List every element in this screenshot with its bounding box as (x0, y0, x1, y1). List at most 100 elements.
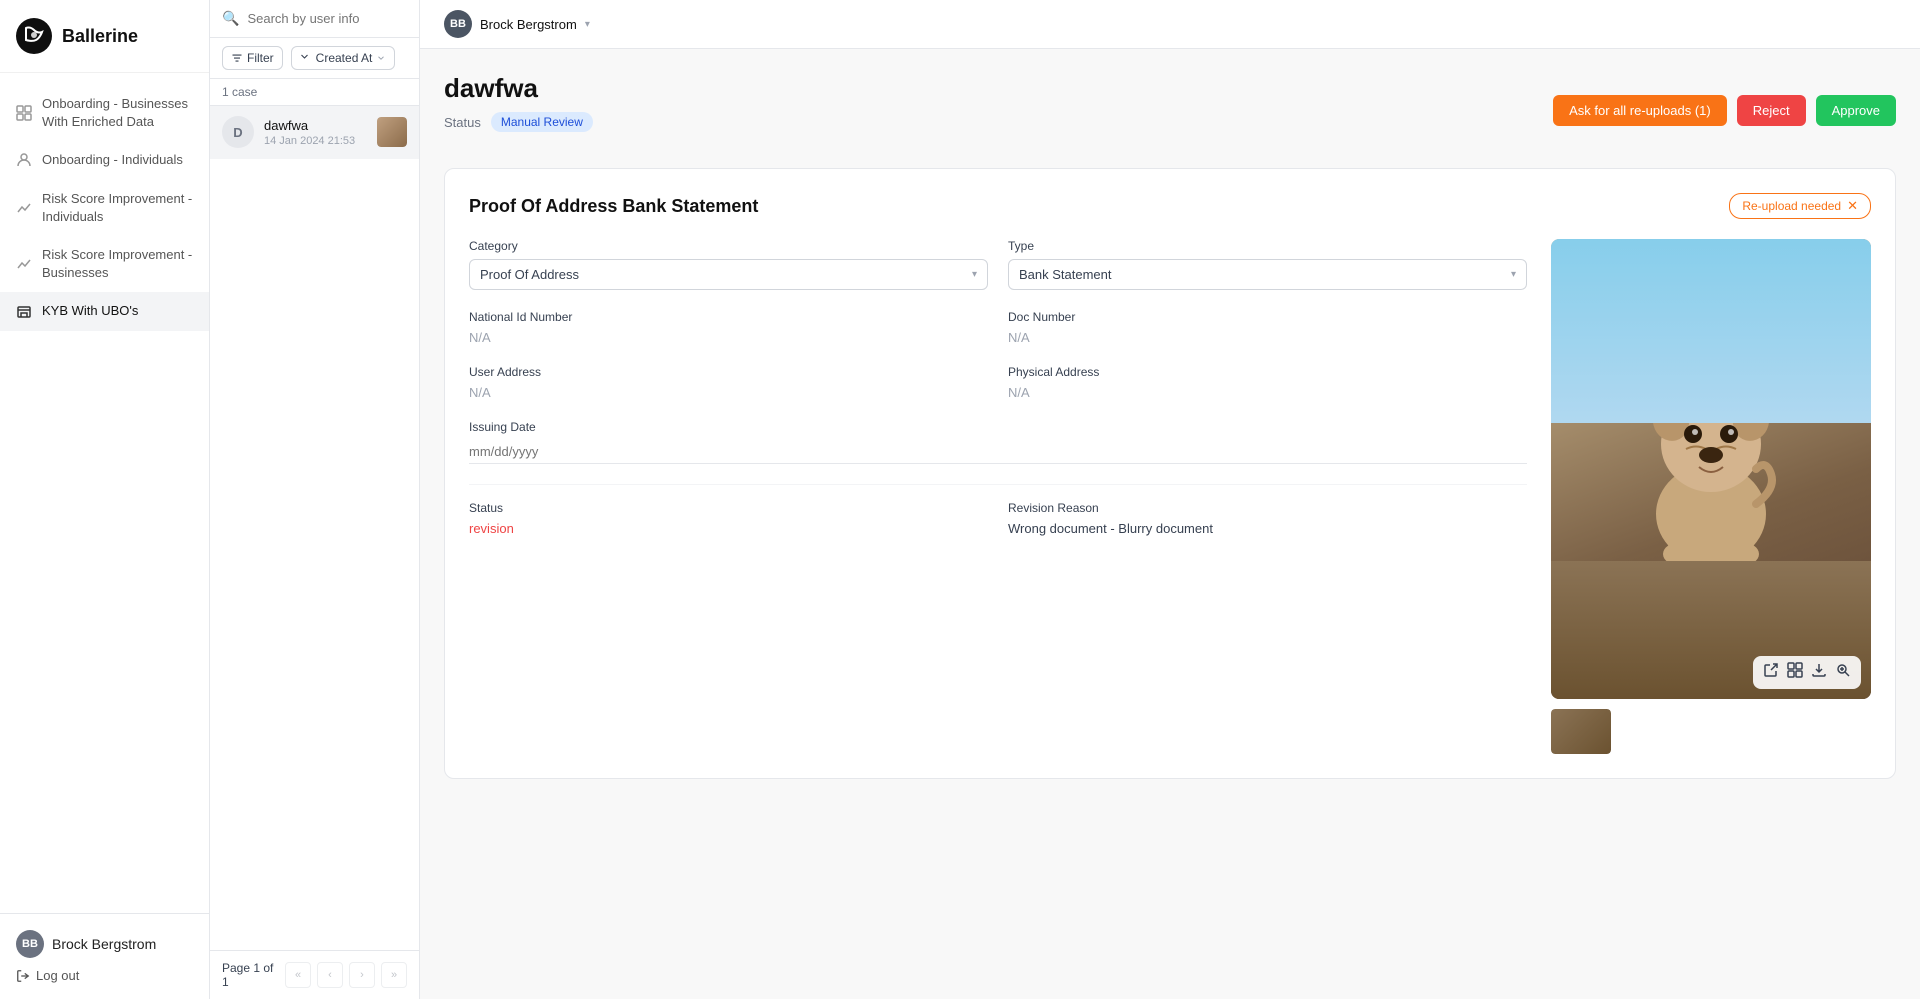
category-label: Category (469, 239, 988, 253)
topbar-user-name: Brock Bergstrom (480, 17, 577, 32)
person-icon (16, 152, 32, 168)
chevron-down-icon-2: ▾ (1511, 269, 1516, 280)
external-link-button[interactable] (1763, 662, 1779, 683)
case-thumbnail (377, 117, 407, 147)
doc-status-value: revision (469, 521, 988, 536)
case-name: dawfwa (264, 118, 367, 133)
type-select[interactable]: Bank Statement ▾ (1008, 259, 1527, 290)
national-id-doc-row: National Id Number N/A Doc Number N/A (469, 310, 1527, 345)
sidebar-item-label: Risk Score Improvement - Businesses (42, 246, 193, 282)
topbar: BB Brock Bergstrom ▾ (420, 0, 1920, 49)
sidebar-item-risk-individuals[interactable]: Risk Score Improvement - Individuals (0, 180, 209, 236)
image-toolbar (1753, 656, 1861, 689)
chevron-down-icon: ▾ (972, 269, 977, 280)
reject-button[interactable]: Reject (1737, 95, 1806, 126)
type-label: Type (1008, 239, 1527, 253)
doc-card-header: Proof Of Address Bank Statement Re-uploa… (469, 193, 1871, 219)
first-page-button[interactable]: « (285, 962, 311, 988)
issuing-date-field: Issuing Date (469, 420, 1527, 464)
address-row: User Address N/A Physical Address N/A (469, 365, 1527, 400)
topbar-avatar: BB (444, 10, 472, 38)
case-title: dawfwa (444, 73, 593, 104)
user-address-value: N/A (469, 385, 988, 400)
physical-address-label: Physical Address (1008, 365, 1527, 379)
filter-icon (231, 52, 243, 64)
type-value: Bank Statement (1019, 267, 1112, 282)
issuing-date-row: Issuing Date (469, 420, 1527, 464)
grid-view-button[interactable] (1787, 662, 1803, 683)
sort-icon (300, 52, 312, 64)
doc-number-label: Doc Number (1008, 310, 1527, 324)
sort-button[interactable]: Created At (291, 46, 396, 70)
image-thumbnail[interactable] (1551, 709, 1611, 754)
physical-address-field: Physical Address N/A (1008, 365, 1527, 400)
last-page-button[interactable]: » (381, 962, 407, 988)
sidebar-item-onboarding-businesses[interactable]: Onboarding - Businesses With Enriched Da… (0, 85, 209, 141)
case-panel: 🔍 Filter Created At 1 case D dawfwa 14 J… (210, 0, 420, 999)
approve-button[interactable]: Approve (1816, 95, 1896, 126)
reupload-badge-close[interactable]: ✕ (1847, 198, 1858, 214)
case-item[interactable]: D dawfwa 14 Jan 2024 21:53 (210, 106, 419, 159)
next-page-button[interactable]: › (349, 962, 375, 988)
category-value: Proof Of Address (480, 267, 579, 282)
national-id-value: N/A (469, 330, 988, 345)
category-type-row: Category Proof Of Address ▾ Type Bank St… (469, 239, 1527, 290)
sidebar: Ballerine Onboarding - Businesses With E… (0, 0, 210, 999)
case-info: dawfwa 14 Jan 2024 21:53 (264, 118, 367, 147)
prev-page-button[interactable]: ‹ (317, 962, 343, 988)
physical-address-value: N/A (1008, 385, 1527, 400)
revision-reason-label: Revision Reason (1008, 501, 1527, 515)
divider (469, 484, 1527, 485)
header-row: dawfwa Status Manual Review Ask for all … (444, 73, 1896, 148)
action-buttons: Ask for all re-uploads (1) Reject Approv… (1553, 95, 1896, 126)
sidebar-item-kyb-ubo[interactable]: KYB With UBO's (0, 292, 209, 330)
search-icon: 🔍 (222, 10, 239, 27)
chevron-down-icon: ▾ (585, 19, 590, 30)
content-area: dawfwa Status Manual Review Ask for all … (420, 49, 1920, 999)
national-id-field: National Id Number N/A (469, 310, 988, 345)
status-badge: Manual Review (491, 112, 593, 132)
sidebar-item-onboarding-individuals[interactable]: Onboarding - Individuals (0, 141, 209, 179)
document-card: Proof Of Address Bank Statement Re-uploa… (444, 168, 1896, 779)
chart-icon (16, 200, 32, 216)
doc-body: Category Proof Of Address ▾ Type Bank St… (469, 239, 1871, 754)
issuing-date-label: Issuing Date (469, 420, 1527, 434)
national-id-label: National Id Number (469, 310, 988, 324)
status-row: Status Manual Review (444, 112, 593, 132)
logout-icon (16, 969, 30, 983)
sidebar-item-label: Onboarding - Businesses With Enriched Da… (42, 95, 193, 131)
chart-icon-2 (16, 256, 32, 272)
download-button[interactable] (1811, 662, 1827, 683)
issuing-date-input[interactable] (469, 440, 1527, 464)
sidebar-footer: BB Brock Bergstrom Log out (0, 913, 209, 999)
zoom-button[interactable] (1835, 662, 1851, 683)
doc-number-field: Doc Number N/A (1008, 310, 1527, 345)
search-bar: 🔍 (210, 0, 419, 38)
doc-card-title: Proof Of Address Bank Statement (469, 196, 758, 217)
filter-label: Filter (247, 51, 274, 65)
user-selector[interactable]: BB Brock Bergstrom ▾ (444, 10, 590, 38)
avatar: BB (16, 930, 44, 958)
sidebar-item-label: Risk Score Improvement - Individuals (42, 190, 193, 226)
reupload-needed-badge: Re-upload needed ✕ (1729, 193, 1871, 219)
category-select[interactable]: Proof Of Address ▾ (469, 259, 988, 290)
sidebar-item-label: KYB With UBO's (42, 302, 138, 320)
logout-button[interactable]: Log out (16, 968, 193, 983)
sidebar-item-risk-businesses[interactable]: Risk Score Improvement - Businesses (0, 236, 209, 292)
logout-label: Log out (36, 968, 79, 983)
filter-button[interactable]: Filter (222, 46, 283, 70)
user-address-label: User Address (469, 365, 988, 379)
user-address-field: User Address N/A (469, 365, 988, 400)
doc-status-field: Status revision (469, 501, 988, 536)
user-row: BB Brock Bergstrom (16, 930, 193, 958)
ask-reupload-button[interactable]: Ask for all re-uploads (1) (1553, 95, 1727, 126)
main-area: BB Brock Bergstrom ▾ dawfwa Status Manua… (420, 0, 1920, 999)
sidebar-nav: Onboarding - Businesses With Enriched Da… (0, 73, 209, 913)
revision-reason-field: Revision Reason Wrong document - Blurry … (1008, 501, 1527, 536)
revision-reason-value: Wrong document - Blurry document (1008, 521, 1527, 536)
doc-fields: Category Proof Of Address ▾ Type Bank St… (469, 239, 1527, 754)
search-input[interactable] (247, 11, 423, 26)
image-preview (1551, 239, 1871, 754)
case-list: D dawfwa 14 Jan 2024 21:53 (210, 106, 419, 950)
ballerine-logo-icon (16, 18, 52, 54)
